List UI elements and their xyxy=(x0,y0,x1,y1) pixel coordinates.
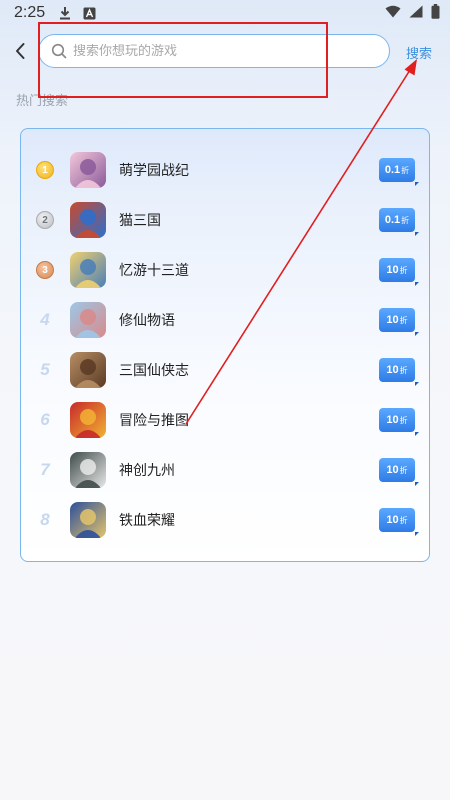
list-item[interactable]: 7 神创九州 10 折 xyxy=(21,445,431,495)
discount-value: 10 xyxy=(386,414,399,426)
discount-value: 10 xyxy=(386,514,399,526)
game-icon[interactable] xyxy=(70,252,106,288)
rank-indicator: 5 xyxy=(35,360,55,380)
discount-value: 10 xyxy=(386,264,399,276)
discount-badge: 10 折 xyxy=(379,508,419,536)
rank-indicator: 4 xyxy=(35,310,55,330)
hot-search-title: 热门搜索 xyxy=(16,94,69,109)
discount-badge: 0.1 折 xyxy=(379,158,419,186)
rank-indicator: 8 xyxy=(35,510,55,530)
list-item[interactable]: 2 猫三国 0.1 折 xyxy=(21,195,431,245)
battery-icon xyxy=(431,3,440,23)
discount-badge: 10 折 xyxy=(379,408,419,436)
game-name[interactable]: 神创九州 xyxy=(119,460,175,480)
signal-icon xyxy=(409,4,423,22)
bronze-medal-icon: 3 xyxy=(36,261,54,279)
rank-number: 6 xyxy=(40,410,50,429)
search-box[interactable] xyxy=(38,34,390,68)
silver-medal-icon: 2 xyxy=(36,211,54,229)
list-item[interactable]: 6 冒险与推图 10 折 xyxy=(21,395,431,445)
download-icon xyxy=(59,6,71,20)
game-name[interactable]: 忆游十三道 xyxy=(119,260,189,280)
discount-suffix: 折 xyxy=(399,265,408,275)
list-item[interactable]: 8 铁血荣耀 10 折 xyxy=(21,495,431,545)
rank-indicator: 6 xyxy=(35,410,55,430)
discount-value: 0.1 xyxy=(384,164,401,176)
wifi-icon xyxy=(385,4,401,22)
game-name[interactable]: 猫三国 xyxy=(119,210,161,230)
discount-badge: 10 折 xyxy=(379,308,419,336)
list-item[interactable]: 5 三国仙侠志 10 折 xyxy=(21,345,431,395)
rank-indicator: 2 xyxy=(35,210,55,230)
game-icon[interactable] xyxy=(70,502,106,538)
game-icon[interactable] xyxy=(70,202,106,238)
status-bar: 2:25 xyxy=(0,0,450,26)
discount-suffix: 折 xyxy=(399,365,408,375)
discount-value: 0.1 xyxy=(384,214,401,226)
list-item[interactable]: 3 忆游十三道 10 折 xyxy=(21,245,431,295)
discount-suffix: 折 xyxy=(399,315,408,325)
rank-number: 8 xyxy=(40,510,50,529)
search-icon xyxy=(51,43,67,59)
game-icon[interactable] xyxy=(70,302,106,338)
discount-badge: 10 折 xyxy=(379,458,419,486)
game-name[interactable]: 萌学园战纪 xyxy=(119,160,189,180)
game-name[interactable]: 三国仙侠志 xyxy=(119,360,189,380)
game-icon[interactable] xyxy=(70,352,106,388)
game-icon[interactable] xyxy=(70,452,106,488)
search-input[interactable] xyxy=(73,43,363,59)
discount-value: 10 xyxy=(386,364,399,376)
rank-number: 4 xyxy=(40,310,50,329)
discount-value: 10 xyxy=(386,314,399,326)
rank-number: 7 xyxy=(40,460,50,479)
rank-indicator: 7 xyxy=(35,460,55,480)
discount-value: 10 xyxy=(386,464,399,476)
discount-suffix: 折 xyxy=(401,215,410,225)
game-name[interactable]: 修仙物语 xyxy=(119,310,175,330)
game-icon[interactable] xyxy=(70,402,106,438)
discount-badge: 10 折 xyxy=(379,258,419,286)
rank-number: 5 xyxy=(40,360,50,379)
status-time: 2:25 xyxy=(14,4,46,21)
rank-indicator: 1 xyxy=(35,160,55,180)
discount-badge: 0.1 折 xyxy=(379,208,419,236)
discount-suffix: 折 xyxy=(399,515,408,525)
gold-medal-icon: 1 xyxy=(36,161,54,179)
list-item[interactable]: 4 修仙物语 10 折 xyxy=(21,295,431,345)
game-name[interactable]: 铁血荣耀 xyxy=(119,510,175,530)
discount-suffix: 折 xyxy=(399,415,408,425)
discount-suffix: 折 xyxy=(399,465,408,475)
search-button[interactable]: 搜索 xyxy=(406,43,432,62)
game-icon[interactable] xyxy=(70,152,106,188)
chevron-left-icon xyxy=(16,43,25,59)
search-header: 搜索 xyxy=(0,30,450,74)
app-a-icon xyxy=(83,7,96,20)
game-name[interactable]: 冒险与推图 xyxy=(119,410,189,430)
discount-badge: 10 折 xyxy=(379,358,419,386)
discount-suffix: 折 xyxy=(401,165,410,175)
back-button[interactable] xyxy=(8,39,32,63)
list-item[interactable]: 1 萌学园战纪 0.1 折 xyxy=(21,145,431,195)
rank-indicator: 3 xyxy=(35,260,55,280)
status-right-icons xyxy=(385,3,440,23)
hot-search-list: 1 萌学园战纪 0.1 折 2 猫三国 0.1 折 3 忆游十三道 10 折 4 修仙物语 10 折 5 三国仙侠… xyxy=(20,128,430,562)
